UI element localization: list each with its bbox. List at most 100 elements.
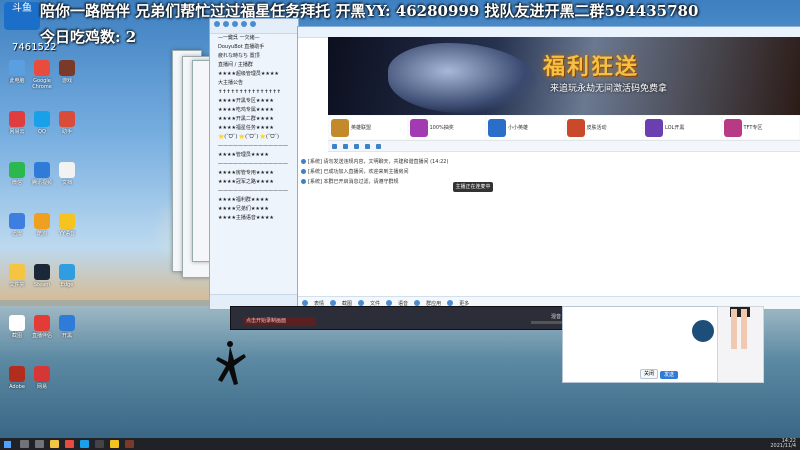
game-tile[interactable]: 皮肤活动 — [565, 116, 642, 139]
app-icon — [59, 213, 75, 229]
game-label: 100%抽奖 — [429, 125, 454, 131]
search-icon[interactable] — [20, 440, 29, 448]
desktop-icon[interactable]: 文档 — [52, 162, 82, 196]
qq-list-item[interactable]: ★★★★福星任务★★★★ — [210, 124, 298, 133]
desktop-icon[interactable]: 网易 — [27, 366, 57, 400]
qq-secondary-chat[interactable]: 关闭 发送 — [562, 306, 719, 383]
yy-taskbar-icon[interactable] — [110, 440, 119, 448]
app-icon — [59, 60, 75, 76]
game-icon — [488, 118, 506, 137]
game-app-strip[interactable]: 英雄联盟 100%抽奖 小小英雄 皮肤活动 LOL开黑 TFT专区 — [328, 115, 800, 141]
qq-list-item[interactable]: ★★★★房管专用★★★★ — [210, 169, 298, 178]
app-icon — [9, 315, 25, 331]
app-icon — [34, 111, 50, 127]
game-label: 英雄联盟 — [351, 125, 372, 131]
task-view-icon[interactable] — [35, 440, 44, 448]
desktop-icon[interactable]: 助手 — [52, 111, 82, 145]
app-icon — [9, 60, 25, 76]
desktop-icon-label: YY语音 — [58, 231, 76, 237]
qq-list-item[interactable]: —————————————— — [210, 187, 298, 196]
app-icon — [34, 315, 50, 331]
qq-list-item[interactable]: 疲れな時なち 置顶 — [210, 52, 298, 61]
system-tray-clock[interactable]: 14:22 2021/11/4 — [770, 439, 796, 449]
jumper-silhouette — [216, 341, 246, 385]
desktop-icon[interactable]: 游戏 — [52, 60, 82, 94]
promo-banner[interactable]: 福利狂送 来追玩永劫无间激活码免费拿 — [328, 37, 800, 115]
qq-list-item[interactable]: ⭐(˘ᗜ˘) ⭐(˘ᗜ˘) ⭐(˘ᗜ˘) — [210, 133, 298, 142]
status-toast: 主播正在连麦中 — [453, 182, 493, 192]
system-message: [系统] 本群已开启消息过滤，请遵守群规 — [298, 177, 800, 187]
system-message: [系统] 请勿发送违规内容，文明聊天，共建和谐直播间 (14:22) — [298, 157, 800, 167]
qq-tab-icons[interactable] — [210, 19, 298, 32]
qq-header — [210, 19, 298, 34]
qq-taskbar-icon[interactable] — [80, 440, 89, 448]
app-icon — [34, 213, 50, 229]
close-button[interactable]: 关闭 — [640, 369, 658, 379]
game-icon — [645, 118, 663, 137]
desktop-icon-label: 文档 — [61, 180, 72, 186]
game-label: 皮肤活动 — [586, 125, 607, 131]
qq-list-item[interactable]: ★★★★开黑二群★★★★ — [210, 115, 298, 124]
qq-list-item[interactable]: DouyuBot 直播助手 — [210, 43, 298, 52]
game-label: TFT专区 — [743, 125, 763, 131]
qq-contact-list[interactable]: —一鍵呉 一欠緒— DouyuBot 直播助手 疲れな時なち 置顶 直播间 / 主播群… — [209, 18, 299, 310]
desktop-icon-label: 网易 — [36, 384, 47, 390]
group-chat-window[interactable]: 福利狂送 来追玩永劫无间激活码免费拿 英雄联盟 100%抽奖 小小英雄 皮肤活动 LOL… — [297, 26, 800, 310]
avatar-show-panel — [717, 306, 764, 383]
qq-list-item[interactable]: ★★★★福利群★★★★ — [210, 196, 298, 205]
qq-list-item[interactable]: ✝✝✝✝✝✝✝✝✝✝✝✝✝✝✝ — [210, 88, 298, 97]
windows-start-icon[interactable] — [0, 438, 14, 450]
system-message: [系统] 已成功加入直播间，欢迎来到主播房间 — [298, 167, 800, 177]
app-icon — [34, 264, 50, 280]
obs-source-item[interactable]: 点击开始录制画面 — [243, 317, 316, 326]
logo-text: 斗鱼 — [12, 3, 32, 14]
game-taskbar-icon[interactable] — [125, 440, 134, 448]
banner-character — [388, 43, 538, 113]
qq-list-item[interactable]: ★★★★冠军之路★★★★ — [210, 178, 298, 187]
stream-overlay-line1: 陪你一路陪伴 兄弟们帮忙过过福星任务拜托 开黑YY: 46280999 找队友进… — [40, 2, 699, 20]
app-icon — [34, 366, 50, 382]
banner-subtitle: 来追玩永劫无间激活码免费拿 — [550, 84, 668, 94]
qq-list-item[interactable]: ★★★★超级管理员★★★★ — [210, 70, 298, 79]
qq-list-item[interactable]: 直播间 / 主播群 — [210, 61, 298, 70]
qq-list-item[interactable]: —一鍵呉 一欠緒— — [210, 34, 298, 43]
banner-title: 福利狂送 — [543, 54, 640, 80]
game-tile[interactable]: 英雄联盟 — [330, 116, 407, 139]
game-tile[interactable]: LOL开黑 — [644, 116, 721, 139]
desktop-icon[interactable]: 开黑 — [52, 315, 82, 349]
qq-list-item[interactable]: ★★★★开黑专区★★★★ — [210, 97, 298, 106]
douyu-logo: 斗鱼 — [4, 2, 40, 30]
file-explorer-icon[interactable] — [50, 440, 59, 448]
game-icon — [409, 118, 428, 137]
app-icon — [9, 264, 25, 280]
game-icon — [566, 118, 585, 137]
app-icon — [59, 315, 75, 331]
desktop-icon[interactable]: YY语音 — [52, 213, 82, 247]
qq-list-item[interactable]: ★★★★管理员★★★★ — [210, 151, 298, 160]
qq-list-item[interactable]: ★★★★主播语音★★★★ — [210, 214, 298, 223]
room-id: 7461522 — [12, 42, 57, 53]
game-icon — [723, 118, 742, 137]
app-icon — [34, 60, 50, 76]
game-label: LOL开黑 — [665, 125, 685, 131]
qq-list-item[interactable]: —————————————— — [210, 142, 298, 151]
game-tile[interactable]: 100%抽奖 — [408, 116, 485, 139]
desktop-icon[interactable]: Edge — [52, 264, 82, 298]
tray-date: 2021/11/4 — [770, 443, 796, 449]
qq-group-list[interactable]: —一鍵呉 一欠緒— DouyuBot 直播助手 疲れな時なち 置顶 直播间 / 主播群… — [210, 34, 298, 223]
qq-list-item[interactable]: ★★★★吃鸡专属★★★★ — [210, 106, 298, 115]
game-tile[interactable]: 小小英雄 — [487, 116, 564, 139]
game-label: 小小英雄 — [508, 125, 529, 131]
app-icon — [9, 162, 25, 178]
qq-list-item[interactable]: ★★★★兄弟们★★★★ — [210, 205, 298, 214]
game-tile[interactable]: TFT专区 — [722, 116, 799, 139]
chrome-icon[interactable] — [65, 440, 74, 448]
format-toolbar[interactable] — [328, 141, 800, 152]
obs-taskbar-icon[interactable] — [95, 440, 104, 448]
send-button[interactable]: 发送 — [660, 371, 678, 379]
app-icon — [59, 111, 75, 127]
qq-list-item[interactable]: 大主播公告 — [210, 79, 298, 88]
qq-list-item[interactable]: —————————————— — [210, 160, 298, 169]
desktop-icon-label: 开黑 — [61, 333, 72, 339]
contact-avatar[interactable] — [690, 318, 716, 344]
